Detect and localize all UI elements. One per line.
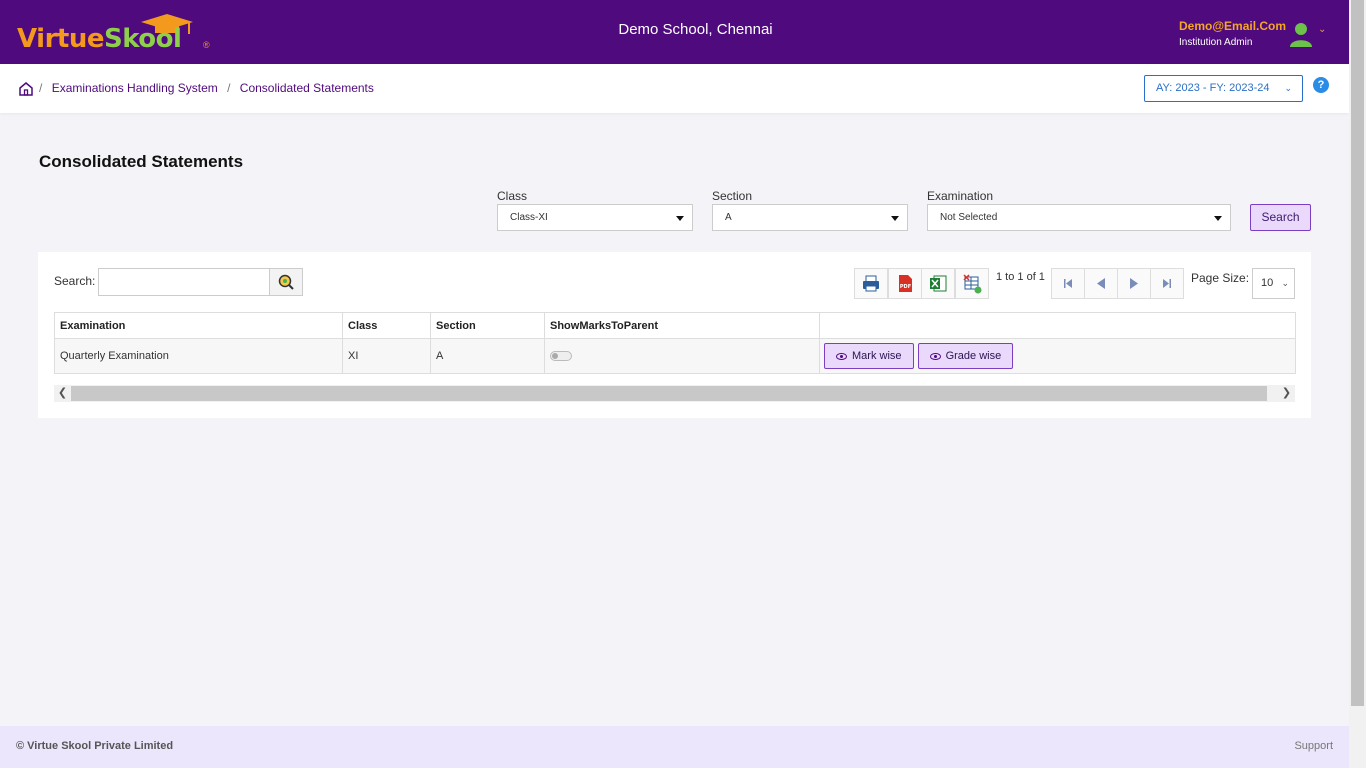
cell-class: XI <box>342 338 431 374</box>
last-page-button[interactable] <box>1150 268 1184 299</box>
column-header-examination[interactable]: Examination <box>54 312 343 339</box>
school-name: Demo School, Chennai <box>618 21 773 38</box>
academic-year-select[interactable]: AY: 2023 - FY: 2023-24 ⌄ <box>1144 75 1303 102</box>
user-menu-chevron-icon[interactable]: ⌄ <box>1318 24 1326 35</box>
column-header-class[interactable]: Class <box>342 312 431 339</box>
vertical-scrollbar-thumb[interactable] <box>1351 0 1364 706</box>
user-role: Institution Admin <box>1179 37 1253 48</box>
academic-year-label: AY: 2023 - FY: 2023-24 <box>1156 82 1270 94</box>
cell-examination: Quarterly Examination <box>54 338 343 374</box>
column-header-actions <box>819 312 1296 339</box>
page-size-value: 10 <box>1261 277 1274 289</box>
table-header-row: Examination Class Section ShowMarksToPar… <box>54 312 1296 339</box>
last-page-icon <box>1163 279 1171 288</box>
section-select[interactable]: A <box>712 204 908 231</box>
export-excel-button[interactable] <box>921 268 955 299</box>
horizontal-scrollbar-thumb[interactable] <box>71 386 1267 401</box>
column-header-show-marks[interactable]: ShowMarksToParent <box>544 312 820 339</box>
section-label: Section <box>712 189 753 203</box>
help-icon[interactable]: ? <box>1313 77 1329 93</box>
class-select-value: Class-XI <box>510 212 548 223</box>
previous-page-icon <box>1097 278 1105 289</box>
breadcrumb: / Examinations Handling System / Consoli… <box>39 81 374 95</box>
section-select-value: A <box>725 212 732 223</box>
cell-actions: Mark wise Grade wise <box>819 338 1296 374</box>
excel-icon <box>930 275 947 292</box>
eye-icon <box>836 352 847 360</box>
class-select[interactable]: Class-XI <box>497 204 693 231</box>
copyright-text: © Virtue Skool Private Limited <box>16 740 174 752</box>
scroll-right-icon[interactable]: ❯ <box>1278 385 1295 402</box>
grid-search-label: Search: <box>54 274 96 288</box>
chevron-down-icon: ⌄ <box>1284 83 1292 93</box>
support-link[interactable]: Support <box>1294 740 1333 752</box>
user-avatar-icon[interactable] <box>1289 21 1313 47</box>
cell-section: A <box>430 338 545 374</box>
pager-summary: 1 to 1 of 1 <box>996 271 1045 283</box>
previous-page-button[interactable] <box>1084 268 1118 299</box>
table-export-icon <box>963 274 982 294</box>
examination-select-value: Not Selected <box>940 212 998 223</box>
pdf-icon: PDF <box>899 275 912 292</box>
show-marks-toggle[interactable] <box>550 351 572 362</box>
svg-text:PDF: PDF <box>900 284 911 290</box>
breadcrumb-separator: / <box>227 81 231 95</box>
user-email[interactable]: Demo@Email.Com <box>1179 19 1286 33</box>
eye-icon <box>929 352 941 360</box>
page-size-select[interactable]: 10 ⌄ <box>1252 268 1295 299</box>
print-button[interactable] <box>854 268 888 299</box>
next-page-button[interactable] <box>1117 268 1151 299</box>
mark-wise-button[interactable]: Mark wise <box>824 343 914 369</box>
breadcrumb-item-consolidated-statements[interactable]: Consolidated Statements <box>240 81 374 95</box>
top-header: VirtueSkool ® Demo School, Chennai Demo@… <box>0 0 1349 64</box>
first-page-button[interactable] <box>1051 268 1085 299</box>
next-page-icon <box>1130 278 1138 289</box>
footer: © Virtue Skool Private Limited Support <box>0 726 1349 768</box>
search-icon <box>278 274 294 290</box>
horizontal-scrollbar[interactable]: ❮ ❯ <box>54 385 1295 402</box>
export-csv-button[interactable] <box>955 268 989 299</box>
chevron-down-icon: ⌄ <box>1281 278 1289 288</box>
examination-select[interactable]: Not Selected <box>927 204 1231 231</box>
examination-label: Examination <box>927 189 994 203</box>
first-page-icon <box>1064 279 1072 288</box>
grade-wise-button[interactable]: Grade wise <box>917 343 1014 369</box>
cell-show-marks <box>544 338 820 374</box>
scroll-left-icon[interactable]: ❮ <box>54 385 71 402</box>
mark-wise-label: Mark wise <box>852 350 902 362</box>
export-pdf-button[interactable]: PDF <box>888 268 922 299</box>
breadcrumb-item-examinations[interactable]: Examinations Handling System <box>52 81 218 95</box>
dropdown-arrow-icon <box>891 216 899 221</box>
page-title: Consolidated Statements <box>39 152 244 171</box>
dropdown-arrow-icon <box>1214 216 1222 221</box>
page-size-label: Page Size: <box>1191 271 1250 285</box>
search-button[interactable]: Search <box>1250 204 1311 231</box>
dropdown-arrow-icon <box>676 216 684 221</box>
grid-search-button[interactable] <box>269 268 303 296</box>
table-row: Quarterly Examination XI A Mark wise Gra… <box>54 338 1296 374</box>
column-header-section[interactable]: Section <box>430 312 545 339</box>
results-table: Examination Class Section ShowMarksToPar… <box>54 312 1296 374</box>
class-label: Class <box>497 189 528 203</box>
grid-search-input[interactable] <box>98 268 270 296</box>
registered-mark: ® <box>203 40 210 50</box>
printer-icon <box>863 275 879 292</box>
grade-wise-label: Grade wise <box>945 350 1002 362</box>
vertical-scrollbar[interactable] <box>1349 0 1366 768</box>
home-icon[interactable] <box>18 81 34 97</box>
breadcrumb-separator: / <box>39 81 43 95</box>
